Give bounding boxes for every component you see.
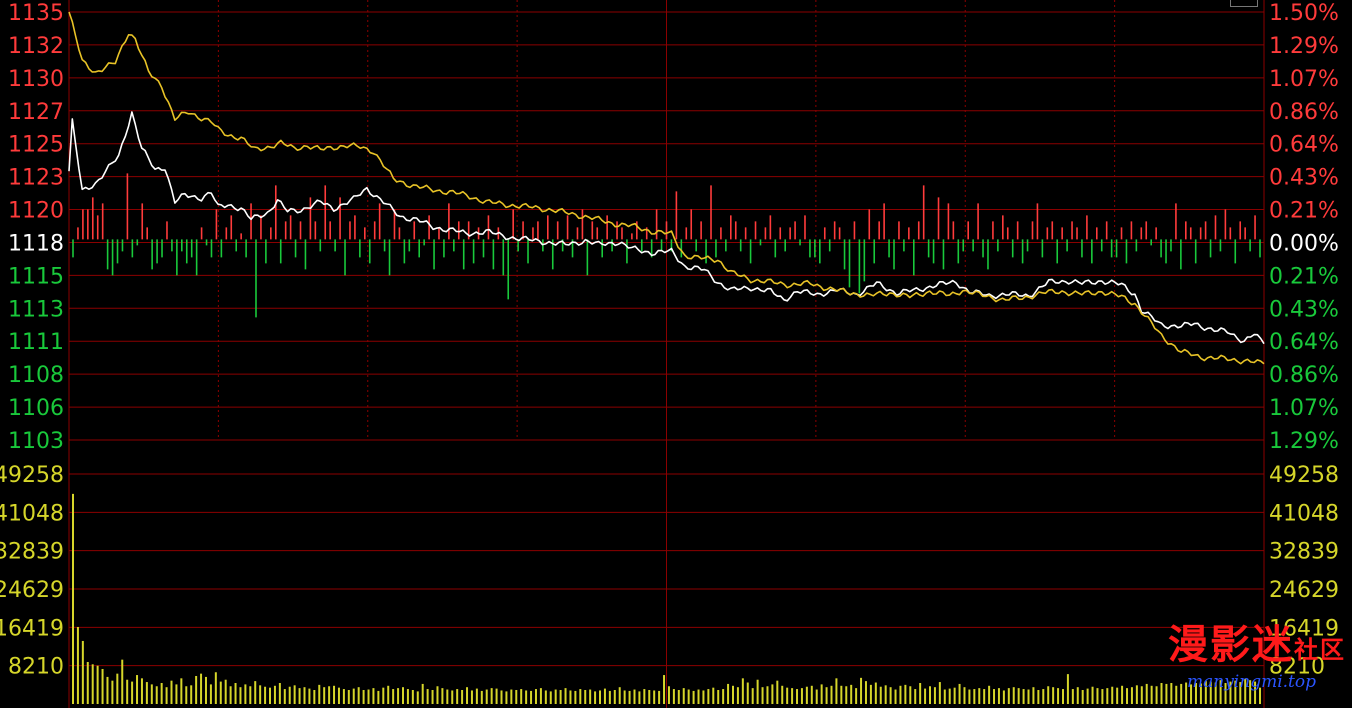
percent-tick-label-right: 0.64% — [1269, 330, 1339, 355]
intraday-chart-panel: 1135 1.50% 1132 1.29% 1130 1.07% 1127 0.86% 1125… — [0, 0, 1352, 708]
percent-tick-label-right: 0.86% — [1269, 363, 1339, 388]
volume-tick-label-left: 41048 — [0, 501, 64, 526]
percent-tick-label-right: 1.07% — [1269, 396, 1339, 421]
watermark-url: manyingmi.top — [1187, 672, 1316, 692]
price-tick-label-left: 1135 — [8, 1, 64, 26]
percent-tick-label-right: 0.43% — [1269, 297, 1339, 322]
percent-tick-label-right: 1.50% — [1269, 1, 1339, 26]
percent-tick-label-right: 0.21% — [1269, 199, 1339, 224]
volume-tick-label-right: 32839 — [1269, 540, 1339, 565]
percent-tick-label-right: 0.64% — [1269, 133, 1339, 158]
price-tick-label-left: 1111 — [8, 330, 64, 355]
percent-tick-label-right: 0.21% — [1269, 264, 1339, 289]
percent-tick-label-right: 0.00% — [1269, 231, 1339, 256]
volume-tick-label-left: 49258 — [0, 463, 64, 488]
watermark-brand-small: 社区 — [1294, 636, 1346, 664]
price-tick-label-left: 1125 — [8, 133, 64, 158]
price-tick-label-left: 1106 — [8, 396, 64, 421]
price-tick-label-left: 1103 — [8, 429, 64, 454]
volume-tick-label-right: 49258 — [1269, 463, 1339, 488]
percent-tick-label-right: 0.43% — [1269, 166, 1339, 191]
volume-tick-label-left: 16419 — [0, 616, 64, 641]
volume-tick-label-right: 24629 — [1269, 578, 1339, 603]
percent-tick-label-right: 0.86% — [1269, 100, 1339, 125]
price-tick-label-left: 1132 — [8, 34, 64, 59]
price-tick-label-left: 1120 — [8, 199, 64, 224]
price-tick-label-left: 1113 — [8, 297, 64, 322]
percent-tick-label-right: 1.07% — [1269, 67, 1339, 92]
price-tick-label-left: 1127 — [8, 100, 64, 125]
volume-tick-label-left: 24629 — [0, 578, 64, 603]
price-tick-label-left: 1123 — [8, 166, 64, 191]
chart-canvas: 1135 1.50% 1132 1.29% 1130 1.07% 1127 0.86% 1125… — [0, 0, 1339, 708]
percent-tick-label-right: 1.29% — [1269, 34, 1339, 59]
price-tick-label-left: 1118 — [8, 231, 64, 256]
volume-tick-label-right: 41048 — [1269, 501, 1339, 526]
price-tick-label-left: 1108 — [8, 363, 64, 388]
volume-tick-label-left: 8210 — [8, 655, 64, 680]
watermark-brand-big: 漫影迷 — [1168, 622, 1294, 668]
watermark-brand: 漫影迷社区 — [1168, 612, 1346, 670]
volume-tick-label-left: 32839 — [0, 540, 64, 565]
window-corner-icon[interactable] — [1230, 0, 1258, 7]
percent-tick-label-right: 1.29% — [1269, 429, 1339, 454]
price-tick-label-left: 1130 — [8, 67, 64, 92]
price-tick-label-left: 1115 — [8, 264, 64, 289]
